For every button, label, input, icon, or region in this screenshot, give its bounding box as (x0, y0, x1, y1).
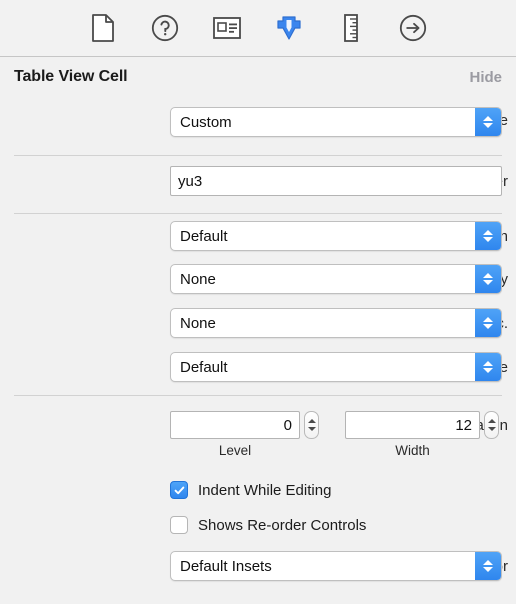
editing-accessory-select-value: None (180, 314, 216, 332)
chevron-updown-icon[interactable] (475, 309, 501, 337)
indentation-width-stepper[interactable]: 12 (345, 411, 499, 439)
divider (14, 395, 502, 396)
accessory-select[interactable]: None (170, 264, 502, 294)
page-title: Table View Cell (14, 68, 128, 85)
focus-style-select-value: Default (180, 358, 228, 376)
accessory-select-value: None (180, 270, 216, 288)
checkbox-unchecked-icon[interactable] (170, 516, 188, 534)
shows-reorder-controls-label: Shows Re-order Controls (198, 516, 367, 534)
indentation-width-input[interactable]: 12 (345, 411, 480, 439)
separator-select[interactable]: Default Insets (170, 551, 502, 581)
selection-select[interactable]: Default (170, 221, 502, 251)
focus-style-select[interactable]: Default (170, 352, 502, 382)
hide-button[interactable]: Hide (469, 69, 502, 86)
chevron-updown-icon[interactable] (475, 108, 501, 136)
separator-select-value: Default Insets (180, 557, 272, 575)
identifier-input-value: yu3 (178, 172, 203, 190)
chevron-updown-icon[interactable] (475, 222, 501, 250)
checkbox-checked-icon[interactable] (170, 481, 188, 499)
indent-while-editing-label: Indent While Editing (198, 481, 332, 499)
indentation-width-stepper-buttons[interactable] (484, 411, 499, 439)
inspector-toolbar (0, 0, 516, 57)
indentation-width-value: 12 (455, 416, 472, 434)
attributes-inspector-panel: Table View Cell Hide Style Custom Identi… (0, 0, 516, 604)
divider (14, 213, 502, 214)
style-select[interactable]: Custom (170, 107, 502, 137)
indentation-level-stepper-buttons[interactable] (304, 411, 319, 439)
selection-select-value: Default (180, 227, 228, 245)
style-select-value: Custom (180, 113, 232, 131)
identifier-input[interactable]: yu3 (170, 166, 502, 196)
file-inspector-icon[interactable] (87, 12, 119, 44)
editing-accessory-select[interactable]: None (170, 308, 502, 338)
chevron-updown-icon[interactable] (475, 353, 501, 381)
connections-inspector-icon[interactable] (397, 12, 429, 44)
size-inspector-icon[interactable] (335, 12, 367, 44)
shows-reorder-controls-checkbox-row[interactable]: Shows Re-order Controls (170, 516, 366, 534)
attributes-inspector-icon[interactable] (273, 12, 305, 44)
indentation-width-sublabel: Width (395, 443, 430, 458)
identity-inspector-icon[interactable] (211, 12, 243, 44)
chevron-updown-icon[interactable] (475, 552, 501, 580)
panel-header: Table View Cell Hide (0, 58, 516, 96)
indentation-level-sublabel: Level (218, 443, 252, 458)
indent-while-editing-checkbox-row[interactable]: Indent While Editing (170, 481, 331, 499)
chevron-updown-icon[interactable] (475, 265, 501, 293)
divider (14, 155, 502, 156)
indentation-level-value: 0 (283, 416, 292, 434)
indentation-level-stepper[interactable]: 0 (170, 411, 319, 439)
indentation-level-input[interactable]: 0 (170, 411, 300, 439)
quick-help-icon[interactable] (149, 12, 181, 44)
